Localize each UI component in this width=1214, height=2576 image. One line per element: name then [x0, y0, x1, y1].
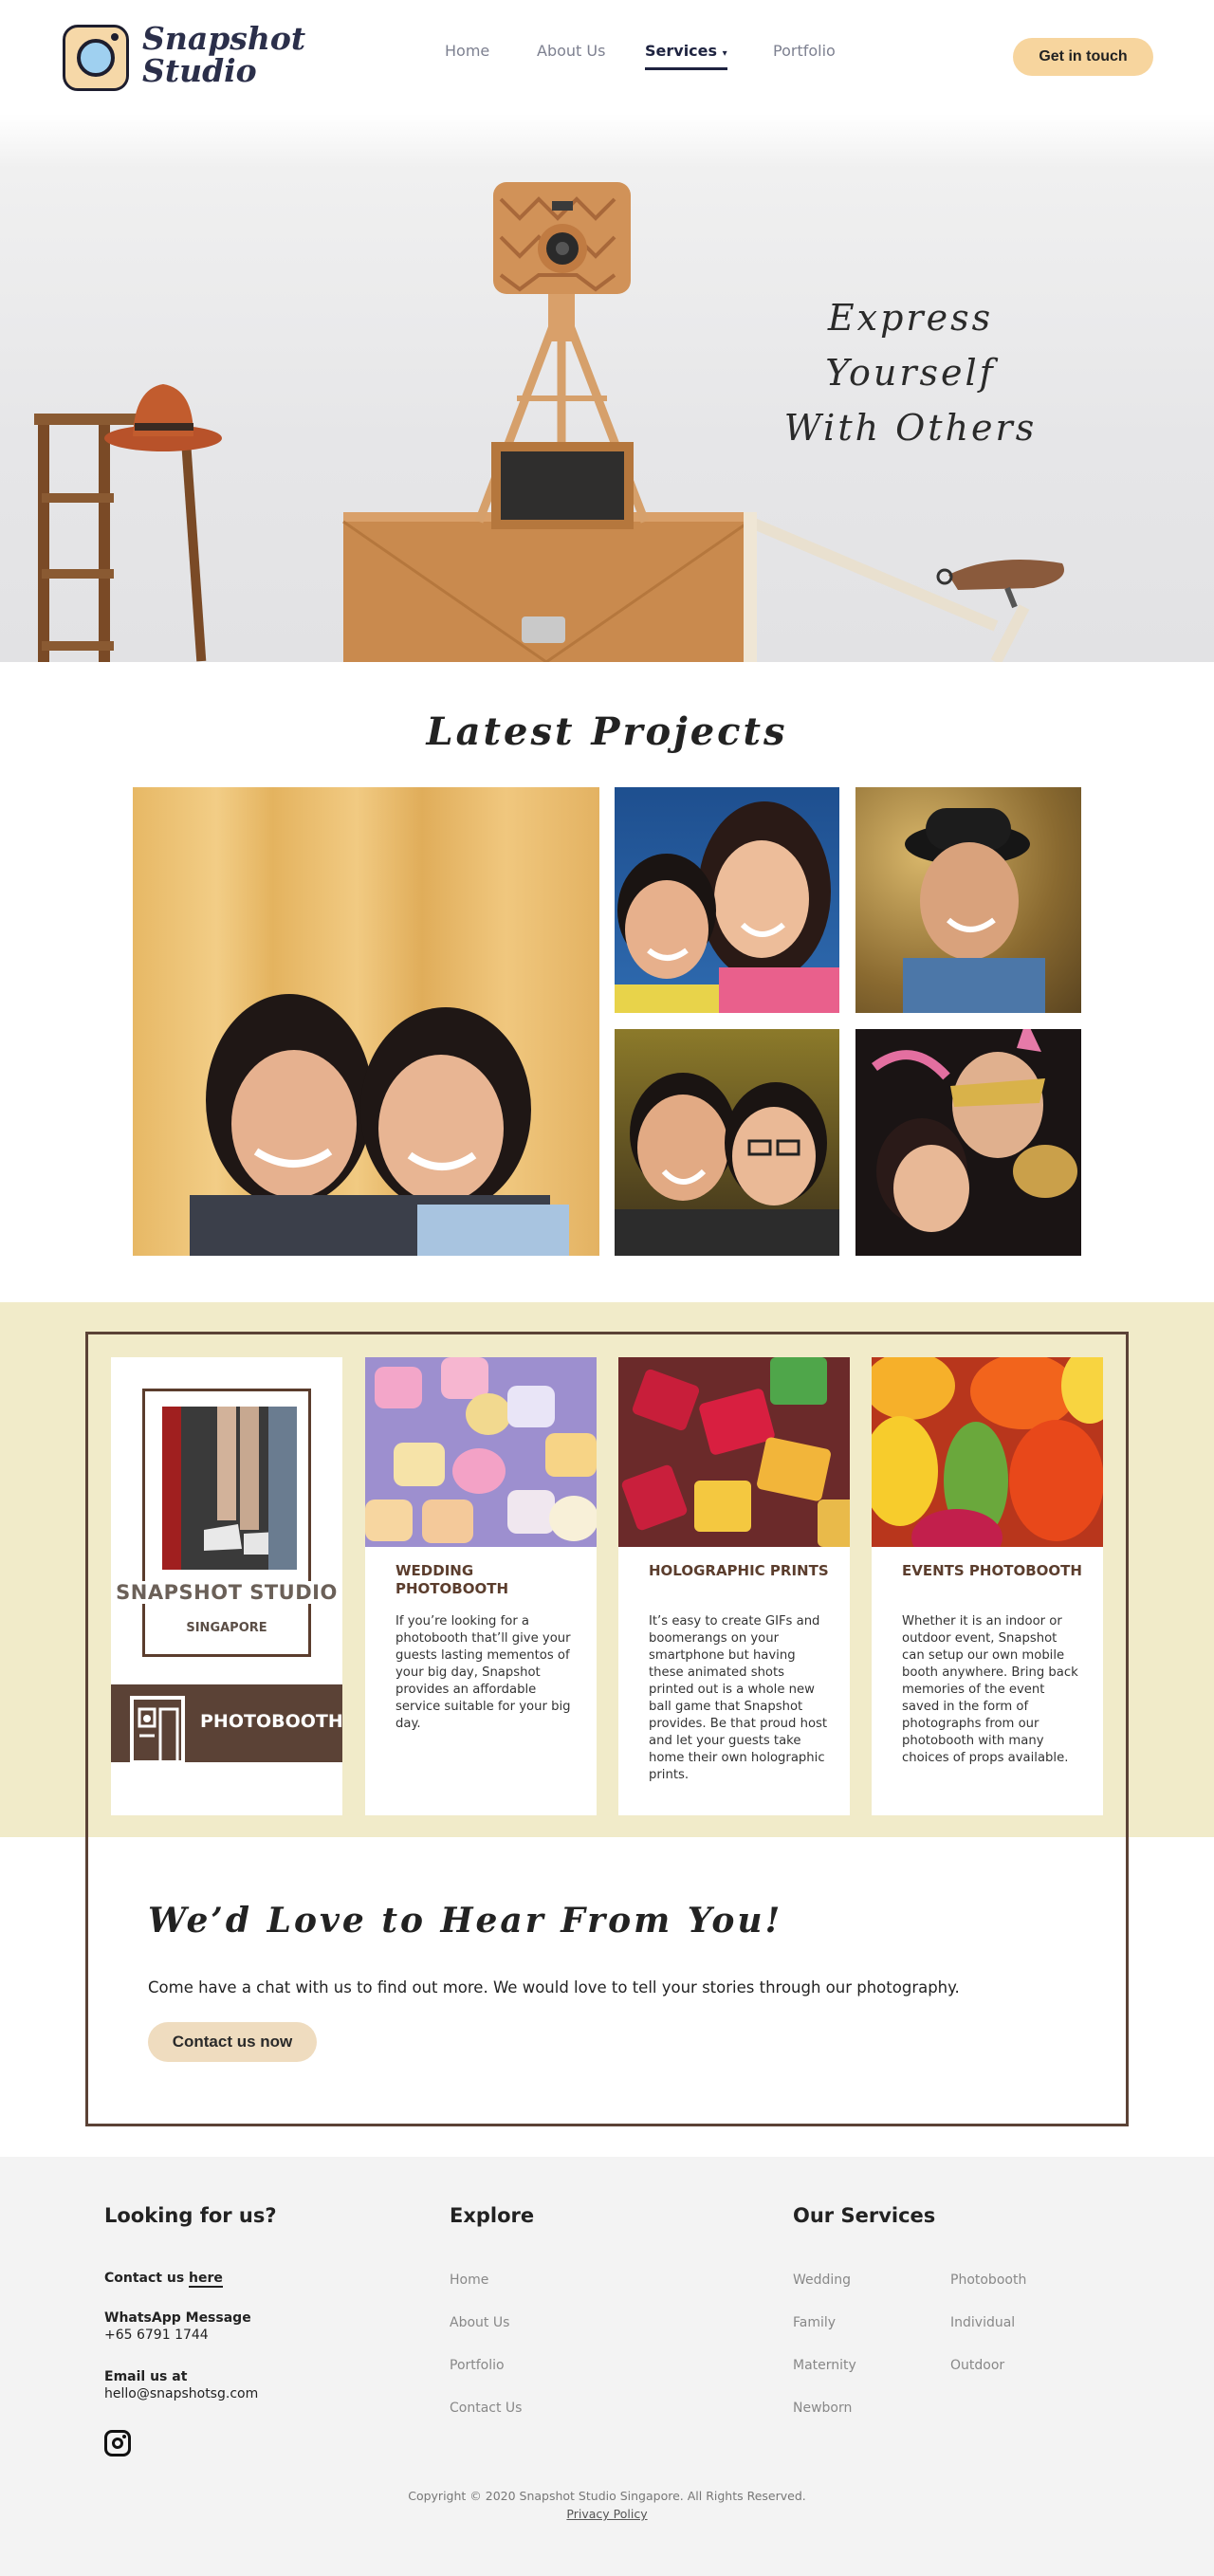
site-footer: Looking for us? Contact us here WhatsApp…: [0, 2157, 1214, 2576]
brand-card: SNAPSHOT STUDIO SINGAPORE PHOTOBOOTH: [111, 1357, 343, 1815]
footer-whatsapp-number[interactable]: +65 6791 1744: [104, 2328, 209, 2343]
booth-screen: [501, 451, 624, 520]
project-photo-girls[interactable]: [133, 787, 599, 1256]
hero-banner: Express Yourself With Others: [0, 114, 1214, 662]
service-image-candies: [872, 1357, 1103, 1547]
nav-about-us[interactable]: About Us: [537, 42, 605, 60]
photobooth-label: PHOTOBOOTH: [200, 1711, 343, 1732]
footer-link-photobooth[interactable]: Photobooth: [950, 2272, 1026, 2288]
nav-services[interactable]: Services ▾: [645, 42, 727, 70]
logo-text: Snapshot Studio: [142, 23, 305, 87]
footer-whatsapp-label: WhatsApp Message: [104, 2310, 251, 2326]
service-card-holographic[interactable]: HOLOGRAPHIC PRINTS It’s easy to create G…: [618, 1357, 850, 1815]
brand-photo: [162, 1407, 297, 1570]
contact-title: We’d Love to Hear From You!: [148, 1901, 783, 1941]
cabinet-illustration: [342, 512, 750, 662]
footer-heading-explore: Explore: [450, 2204, 535, 2227]
footer-email[interactable]: hello@snapshotsg.com: [104, 2386, 258, 2401]
tripod-head: [548, 294, 575, 341]
photobooth-icon: [130, 1696, 185, 1762]
footer-link-newborn[interactable]: Newborn: [793, 2401, 852, 2416]
brand-card-name: SNAPSHOT STUDIO: [111, 1581, 342, 1604]
contact-text: Come have a chat with us to find out mor…: [148, 1978, 960, 1996]
service-title: HOLOGRAPHIC PRINTS: [649, 1562, 829, 1579]
hero-tagline-line-2: With Others: [783, 407, 1038, 449]
footer-link-portfolio[interactable]: Portfolio: [450, 2358, 505, 2373]
footer-contact-line: Contact us here: [104, 2271, 223, 2288]
footer-email-label: Email us at: [104, 2369, 188, 2384]
site-header: Snapshot Studio Home About Us Services ▾…: [0, 0, 1214, 114]
brand-photo-frame: [142, 1389, 311, 1657]
service-card-events[interactable]: EVENTS PHOTOBOOTH Whether it is an indoo…: [872, 1357, 1103, 1815]
logo-line-1: Snapshot: [142, 20, 306, 57]
wooden-camera-illustration: [493, 182, 631, 294]
get-in-touch-button[interactable]: Get in touch: [1013, 38, 1153, 76]
caret-down-icon: ▾: [722, 48, 727, 59]
footer-heading-services: Our Services: [793, 2204, 936, 2227]
footer-link-individual[interactable]: Individual: [950, 2315, 1015, 2330]
footer-link-outdoor[interactable]: Outdoor: [950, 2358, 1004, 2373]
latest-projects-title: Latest Projects: [426, 709, 788, 754]
nav-home[interactable]: Home: [445, 42, 489, 60]
footer-contact-link[interactable]: here: [189, 2271, 223, 2288]
nav-services-label: Services: [645, 42, 718, 60]
service-description: If you’re looking for a photobooth that’…: [395, 1614, 571, 1731]
hero-tagline-line-1: Express Yourself: [825, 297, 996, 394]
footer-link-maternity[interactable]: Maternity: [793, 2358, 856, 2373]
brand-card-location: SINGAPORE: [186, 1621, 267, 1635]
project-photo-party[interactable]: [855, 1029, 1081, 1256]
hero-tagline: Express Yourself With Others: [759, 290, 1062, 455]
service-description: Whether it is an indoor or outdoor event…: [902, 1614, 1078, 1765]
footer-heading-looking: Looking for us?: [104, 2204, 277, 2227]
footer-link-wedding[interactable]: Wedding: [793, 2272, 851, 2288]
service-title: EVENTS PHOTOBOOTH: [902, 1562, 1082, 1579]
service-image-marshmallows: [365, 1357, 597, 1547]
service-image-jellies: [618, 1357, 850, 1547]
footer-link-family[interactable]: Family: [793, 2315, 836, 2330]
camera-logo-icon: [63, 25, 129, 91]
privacy-policy-link[interactable]: Privacy Policy: [0, 2507, 1214, 2521]
copyright: Copyright © 2020 Snapshot Studio Singapo…: [408, 2489, 806, 2503]
service-description: It’s easy to create GIFs and boomerangs …: [649, 1614, 828, 1782]
logo[interactable]: Snapshot Studio: [63, 23, 305, 93]
bicycle-illustration: [744, 512, 1064, 662]
service-card-wedding[interactable]: WEDDING PHOTOBOOTH If you’re looking for…: [365, 1357, 597, 1815]
project-photo-hat-lady[interactable]: [855, 787, 1081, 1013]
photobooth-badge: PHOTOBOOTH: [111, 1684, 343, 1762]
footer-link-home[interactable]: Home: [450, 2272, 488, 2288]
nav-portfolio[interactable]: Portfolio: [773, 42, 836, 60]
footer-link-about[interactable]: About Us: [450, 2315, 509, 2330]
instagram-icon[interactable]: [104, 2430, 131, 2456]
footer-contact-prefix: Contact us: [104, 2271, 185, 2286]
project-photo-couple[interactable]: [615, 1029, 839, 1256]
service-title: WEDDING PHOTOBOOTH: [395, 1562, 509, 1597]
footer-link-contact[interactable]: Contact Us: [450, 2401, 522, 2416]
logo-line-2: Studio: [142, 52, 257, 89]
project-photo-siblings[interactable]: [615, 787, 839, 1013]
contact-us-button[interactable]: Contact us now: [148, 2022, 317, 2062]
